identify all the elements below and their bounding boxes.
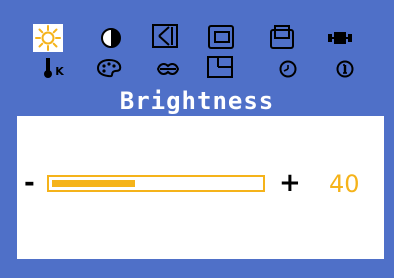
osd-menu: K Brightness - + 40 (0, 0, 394, 278)
brightness-icon[interactable] (33, 24, 63, 52)
brightness-value: 40 (329, 170, 360, 198)
menu-title: Brightness (119, 87, 275, 115)
contrast-icon[interactable] (96, 24, 126, 52)
color-palette-icon[interactable] (95, 56, 123, 80)
input-source-icon[interactable] (325, 24, 355, 52)
color-temperature-icon[interactable]: K (39, 56, 67, 80)
increase-button[interactable]: + (279, 168, 301, 198)
brightness-slider-fill (52, 180, 135, 187)
v-position-icon[interactable] (206, 23, 236, 51)
brightness-slider[interactable] (47, 175, 265, 192)
color-temperature-label: K (55, 64, 64, 78)
image-size-icon[interactable] (267, 23, 297, 51)
decrease-button[interactable]: - (24, 168, 35, 198)
information-icon[interactable] (331, 57, 359, 81)
frame-icon[interactable] (206, 55, 234, 79)
sharpness-icon[interactable] (154, 57, 182, 81)
h-position-icon[interactable] (150, 22, 180, 50)
clock-icon[interactable] (274, 57, 302, 81)
adjustment-panel: - + 40 (17, 116, 384, 259)
